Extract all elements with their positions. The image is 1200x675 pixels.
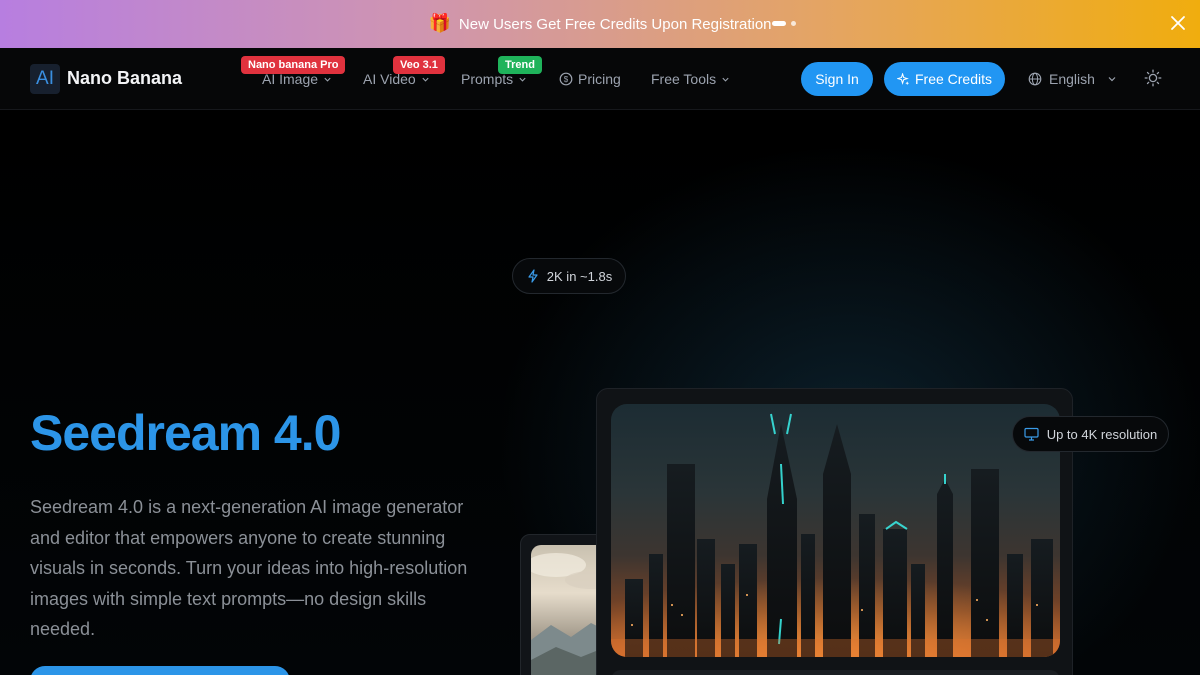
globe-icon [1028, 72, 1042, 86]
promo-text: New Users Get Free Credits Upon Registra… [458, 15, 772, 33]
carousel-dots[interactable] [772, 21, 796, 26]
free-credits-label: Free Credits [914, 71, 993, 87]
cta-button[interactable] [30, 666, 290, 675]
monitor-icon [1024, 427, 1039, 441]
nav-item-free-tools[interactable]: Free Tools [651, 71, 730, 87]
top-nav: AI Nano Banana Nano banana Pro AI Image … [0, 48, 1200, 110]
nav-item-pricing[interactable]: $ Pricing [559, 71, 621, 87]
logo-text[interactable]: Nano Banana [67, 68, 182, 89]
nav-item-ai-video[interactable]: AI Video [363, 71, 430, 87]
speed-pill-label: 2K in ~1.8s [546, 268, 613, 284]
chevron-down-icon [1108, 77, 1116, 82]
svg-text:$: $ [564, 75, 569, 84]
dollar-circle-icon: $ [559, 72, 573, 86]
chevron-down-icon [722, 77, 729, 82]
preview-card-main [596, 388, 1073, 675]
nav-item-label: Free Tools [651, 71, 717, 87]
chevron-down-icon [324, 77, 331, 82]
promo-banner: 🎁 New Users Get Free Credits Upon Regist… [0, 0, 1200, 48]
sun-icon[interactable] [1144, 69, 1162, 87]
nav-item-prompts[interactable]: Prompts [461, 71, 527, 87]
speed-pill: 2K in ~1.8s [512, 258, 626, 294]
language-label: English [1049, 71, 1095, 87]
gift-icon: 🎁 [428, 12, 451, 33]
language-selector[interactable]: English [1028, 71, 1117, 87]
sparkle-icon [896, 72, 910, 85]
nav-item-label: Prompts [461, 71, 514, 87]
nav-item-label: Pricing [578, 71, 621, 87]
nav-item-label: AI Video [363, 71, 416, 87]
close-icon[interactable] [1168, 13, 1188, 33]
carousel-dot[interactable] [791, 21, 796, 26]
carousel-dot-active[interactable] [772, 21, 786, 26]
nav-item-ai-image[interactable]: AI Image [262, 71, 332, 87]
logo-mark[interactable]: AI [30, 64, 60, 94]
nav-item-label: AI Image [262, 71, 319, 87]
hero-description: Seedream 4.0 is a next-generation AI ima… [30, 497, 468, 639]
hero-title: Seedream 4.0 [30, 405, 341, 461]
chevron-down-icon [519, 77, 526, 82]
resolution-pill: Up to 4K resolution [1012, 416, 1169, 452]
sign-in-button[interactable]: Sign In [801, 62, 873, 96]
preview-bottom-bar [611, 670, 1060, 675]
free-credits-button[interactable]: Free Credits [884, 62, 1005, 96]
lightning-icon [528, 269, 538, 283]
chevron-down-icon [422, 77, 429, 82]
city-skyline-image [611, 404, 1060, 657]
resolution-pill-label: Up to 4K resolution [1046, 426, 1158, 442]
